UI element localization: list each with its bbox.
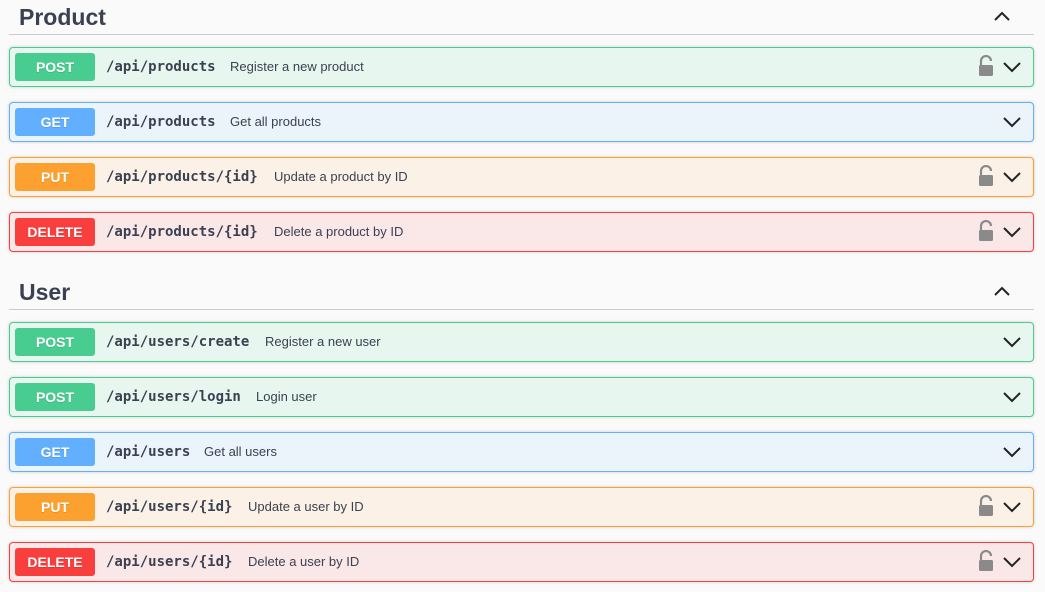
operation-delete-product-by-id[interactable]: DELETE /api/products/{id} Delete a produ…	[9, 212, 1034, 252]
operation-summary: Get all users	[204, 444, 277, 459]
chevron-down-icon[interactable]	[1001, 110, 1023, 132]
operation-path: /api/products/{id}	[106, 169, 258, 185]
operation-post-users-login[interactable]: POST /api/users/login Login user	[9, 377, 1034, 417]
operation-get-products[interactable]: GET /api/products Get all products	[9, 102, 1034, 142]
unlocked-padlock-icon[interactable]	[977, 550, 995, 572]
chevron-up-icon[interactable]	[990, 5, 1014, 29]
operation-post-products[interactable]: POST /api/products Register a new produc…	[9, 47, 1034, 87]
unlocked-padlock-icon[interactable]	[977, 495, 995, 517]
chevron-down-icon[interactable]	[1001, 55, 1023, 77]
unlocked-padlock-icon[interactable]	[977, 220, 995, 242]
chevron-down-icon[interactable]	[1001, 495, 1023, 517]
operation-path: /api/users/login	[106, 389, 241, 405]
section-header-product[interactable]: Product	[9, 0, 1034, 35]
chevron-down-icon[interactable]	[1001, 220, 1023, 242]
operation-path: /api/users/{id}	[106, 554, 233, 570]
operation-put-user-by-id[interactable]: PUT /api/users/{id} Update a user by ID	[9, 487, 1034, 527]
chevron-down-icon[interactable]	[1001, 330, 1023, 352]
operation-get-users[interactable]: GET /api/users Get all users	[9, 432, 1034, 472]
method-badge: POST	[15, 383, 95, 411]
operation-summary: Update a user by ID	[248, 499, 364, 514]
operation-path: /api/users/create	[106, 334, 250, 350]
operation-path: /api/products	[106, 59, 216, 75]
operation-path: /api/users	[106, 444, 191, 460]
tag-section-product: Product POST /api/products Register a ne…	[9, 0, 1034, 252]
operation-summary: Delete a product by ID	[274, 224, 404, 239]
chevron-down-icon[interactable]	[1001, 165, 1023, 187]
method-badge: GET	[15, 438, 95, 466]
chevron-up-icon[interactable]	[990, 280, 1014, 304]
operation-delete-user-by-id[interactable]: DELETE /api/users/{id} Delete a user by …	[9, 542, 1034, 582]
method-badge: PUT	[15, 163, 95, 191]
method-badge: POST	[15, 328, 95, 356]
chevron-down-icon[interactable]	[1001, 385, 1023, 407]
section-title: Product	[19, 4, 106, 30]
unlocked-padlock-icon[interactable]	[977, 165, 995, 187]
section-title: User	[19, 279, 71, 305]
operation-put-product-by-id[interactable]: PUT /api/products/{id} Update a product …	[9, 157, 1034, 197]
operation-summary: Register a new product	[230, 59, 364, 74]
operation-summary: Delete a user by ID	[248, 554, 360, 569]
operation-summary: Login user	[256, 389, 317, 404]
operation-path: /api/products/{id}	[106, 224, 258, 240]
chevron-down-icon[interactable]	[1001, 440, 1023, 462]
method-badge: POST	[15, 53, 95, 81]
operation-summary: Update a product by ID	[274, 169, 408, 184]
tag-section-user: User POST /api/users/create Register a n…	[9, 275, 1034, 582]
swagger-operations-page: Product POST /api/products Register a ne…	[0, 0, 1045, 592]
method-badge: DELETE	[15, 218, 95, 246]
method-badge: GET	[15, 108, 95, 136]
operation-path: /api/users/{id}	[106, 499, 233, 515]
method-badge: PUT	[15, 493, 95, 521]
operation-summary: Register a new user	[265, 334, 381, 349]
section-header-user[interactable]: User	[9, 275, 1034, 310]
method-badge: DELETE	[15, 548, 95, 576]
operation-path: /api/products	[106, 114, 216, 130]
unlocked-padlock-icon[interactable]	[977, 55, 995, 77]
chevron-down-icon[interactable]	[1001, 550, 1023, 572]
operation-post-users-create[interactable]: POST /api/users/create Register a new us…	[9, 322, 1034, 362]
operation-summary: Get all products	[230, 114, 322, 129]
